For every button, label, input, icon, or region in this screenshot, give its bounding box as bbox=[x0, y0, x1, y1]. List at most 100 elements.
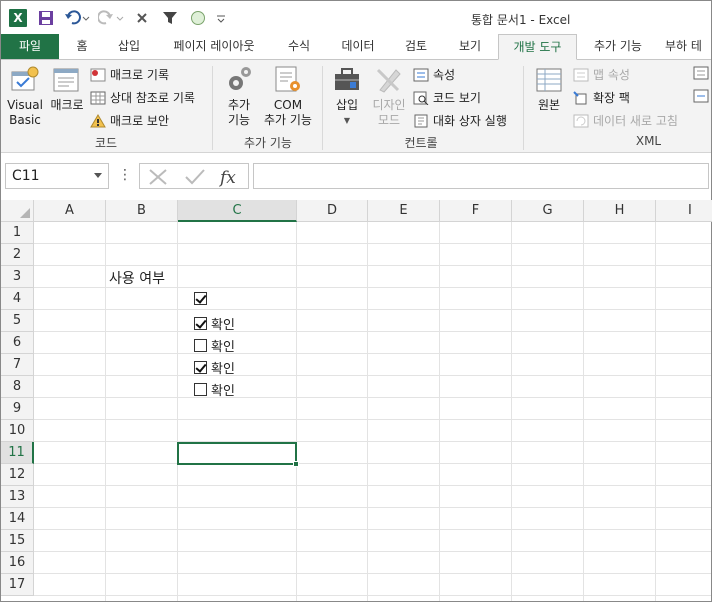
com-add-ins-button[interactable]: COM 추가 기능 bbox=[259, 64, 317, 128]
gridline bbox=[177, 222, 178, 601]
gridline bbox=[583, 222, 584, 601]
expansion-packs-button[interactable]: 확장 팩 bbox=[573, 89, 630, 106]
row-header-10[interactable]: 10 bbox=[1, 420, 34, 442]
tab-add-ins[interactable]: 추가 기능 bbox=[585, 34, 651, 59]
tab-file[interactable]: 파일 bbox=[1, 34, 59, 59]
column-header-h[interactable]: H bbox=[584, 200, 656, 222]
name-box-value: C11 bbox=[12, 168, 40, 184]
xml-import-button[interactable] bbox=[693, 66, 709, 80]
column-header-b[interactable]: B bbox=[106, 200, 178, 222]
filter-icon[interactable] bbox=[159, 8, 181, 28]
circle-shape-icon[interactable] bbox=[187, 8, 209, 28]
tab-formulas[interactable]: 수식 bbox=[281, 34, 317, 59]
row-header-4[interactable]: 4 bbox=[1, 288, 34, 310]
chevron-down-icon[interactable] bbox=[94, 173, 102, 178]
row-header-1[interactable]: 1 bbox=[1, 222, 34, 244]
checkbox-label: 확인 bbox=[211, 340, 235, 355]
map-properties-button[interactable]: 맵 속성 bbox=[573, 66, 630, 83]
column-header-c[interactable]: C bbox=[178, 200, 297, 222]
tab-load-test[interactable]: 부하 테 bbox=[665, 34, 711, 59]
macro-label: 매크로 bbox=[50, 98, 84, 112]
checkbox-row-7[interactable]: 확인 bbox=[194, 358, 235, 377]
view-code-icon bbox=[413, 91, 429, 105]
quick-access-toolbar: X bbox=[7, 8, 233, 28]
properties-label: 속성 bbox=[433, 68, 456, 82]
tab-home[interactable]: 홈 bbox=[71, 34, 93, 59]
name-box[interactable]: C11 bbox=[5, 163, 109, 189]
row-header-16[interactable]: 16 bbox=[1, 552, 34, 574]
checkbox-box[interactable] bbox=[194, 383, 207, 396]
row-header-12[interactable]: 12 bbox=[1, 464, 34, 486]
formula-input[interactable] bbox=[253, 163, 709, 189]
xml-export-button[interactable] bbox=[693, 89, 709, 103]
record-macro-button[interactable]: 매크로 기록 bbox=[90, 66, 169, 83]
expansion-packs-label: 확장 팩 bbox=[593, 91, 630, 105]
cancel-icon[interactable] bbox=[149, 169, 167, 185]
row-header-14[interactable]: 14 bbox=[1, 508, 34, 530]
row-header-13[interactable]: 13 bbox=[1, 486, 34, 508]
tab-review[interactable]: 검토 bbox=[399, 34, 433, 59]
checkbox-box[interactable] bbox=[194, 361, 207, 374]
checkbox-box[interactable] bbox=[194, 292, 207, 305]
cell-b3[interactable]: 사용 여부 bbox=[109, 268, 165, 288]
visual-basic-icon bbox=[11, 66, 39, 91]
checkbox-row-6[interactable]: 확인 bbox=[194, 336, 235, 355]
row-header-8[interactable]: 8 bbox=[1, 376, 34, 398]
column-header-e[interactable]: E bbox=[368, 200, 440, 222]
tab-developer[interactable]: 개발 도구 bbox=[498, 34, 577, 60]
active-cell-c11[interactable] bbox=[177, 442, 299, 467]
save-button[interactable] bbox=[35, 8, 57, 28]
gridline bbox=[34, 265, 711, 266]
insert-control-button[interactable]: 삽입 ▼ bbox=[329, 64, 365, 128]
map-properties-icon bbox=[573, 68, 589, 81]
checkbox-box[interactable] bbox=[194, 339, 207, 352]
row-header-11[interactable]: 11 bbox=[1, 442, 34, 464]
enter-icon[interactable] bbox=[185, 169, 205, 185]
properties-button[interactable]: 속성 bbox=[413, 66, 455, 83]
select-all-button[interactable] bbox=[1, 200, 34, 222]
relative-reference-button[interactable]: 상대 참조로 기록 bbox=[90, 89, 195, 106]
customize-qat-icon[interactable] bbox=[215, 8, 227, 28]
row-header-6[interactable]: 6 bbox=[1, 332, 34, 354]
column-header-a[interactable]: A bbox=[34, 200, 106, 222]
add-ins-button[interactable]: 추가 기능 bbox=[221, 64, 257, 128]
row-header-15[interactable]: 15 bbox=[1, 530, 34, 552]
column-header-i[interactable]: I bbox=[656, 200, 712, 222]
refresh-data-icon bbox=[573, 114, 589, 127]
row-header-9[interactable]: 9 bbox=[1, 398, 34, 420]
visual-basic-button[interactable]: Visual Basic bbox=[5, 64, 45, 128]
com-add-ins-label-2: 추가 기능 bbox=[264, 113, 312, 127]
design-mode-label-2: 모드 bbox=[377, 113, 401, 127]
row-header-17[interactable]: 17 bbox=[1, 574, 34, 596]
undo-button[interactable] bbox=[63, 8, 91, 28]
macro-security-button[interactable]: 매크로 보안 bbox=[90, 112, 169, 129]
redo-button[interactable] bbox=[97, 8, 125, 28]
tab-view[interactable]: 보기 bbox=[453, 34, 487, 59]
tab-page-layout[interactable]: 페이지 레이아웃 bbox=[167, 34, 261, 59]
xml-source-button[interactable]: 원본 bbox=[531, 64, 567, 113]
refresh-data-button[interactable]: 데이터 새로 고침 bbox=[573, 112, 678, 129]
macro-button[interactable]: 매크로 bbox=[47, 64, 87, 113]
design-mode-button[interactable]: 디자인 모드 bbox=[367, 64, 411, 128]
worksheet-grid[interactable]: A B C D E F G H I 1 2 3 4 5 6 7 8 9 10 1… bbox=[1, 200, 712, 601]
column-header-d[interactable]: D bbox=[297, 200, 368, 222]
fill-handle[interactable] bbox=[293, 461, 299, 467]
view-code-button[interactable]: 코드 보기 bbox=[413, 89, 481, 106]
row-header-7[interactable]: 7 bbox=[1, 354, 34, 376]
formula-bar-grip[interactable]: ⋮ bbox=[118, 167, 132, 183]
column-header-f[interactable]: F bbox=[440, 200, 512, 222]
checkbox-box[interactable] bbox=[194, 317, 207, 330]
tab-data[interactable]: 데이터 bbox=[336, 34, 380, 59]
checkbox-row-8[interactable]: 확인 bbox=[194, 380, 235, 399]
tab-insert[interactable]: 삽입 bbox=[111, 34, 147, 59]
run-dialog-button[interactable]: 대화 상자 실행 bbox=[413, 112, 507, 129]
checkbox-row-4[interactable] bbox=[194, 292, 211, 305]
checkbox-row-5[interactable]: 확인 bbox=[194, 314, 235, 333]
insert-function-icon[interactable]: fx bbox=[218, 168, 236, 188]
row-header-5[interactable]: 5 bbox=[1, 310, 34, 332]
row-header-3[interactable]: 3 bbox=[1, 266, 34, 288]
column-header-g[interactable]: G bbox=[512, 200, 584, 222]
macro-icon bbox=[53, 68, 79, 92]
row-header-2[interactable]: 2 bbox=[1, 244, 34, 266]
close-icon[interactable] bbox=[131, 8, 153, 28]
